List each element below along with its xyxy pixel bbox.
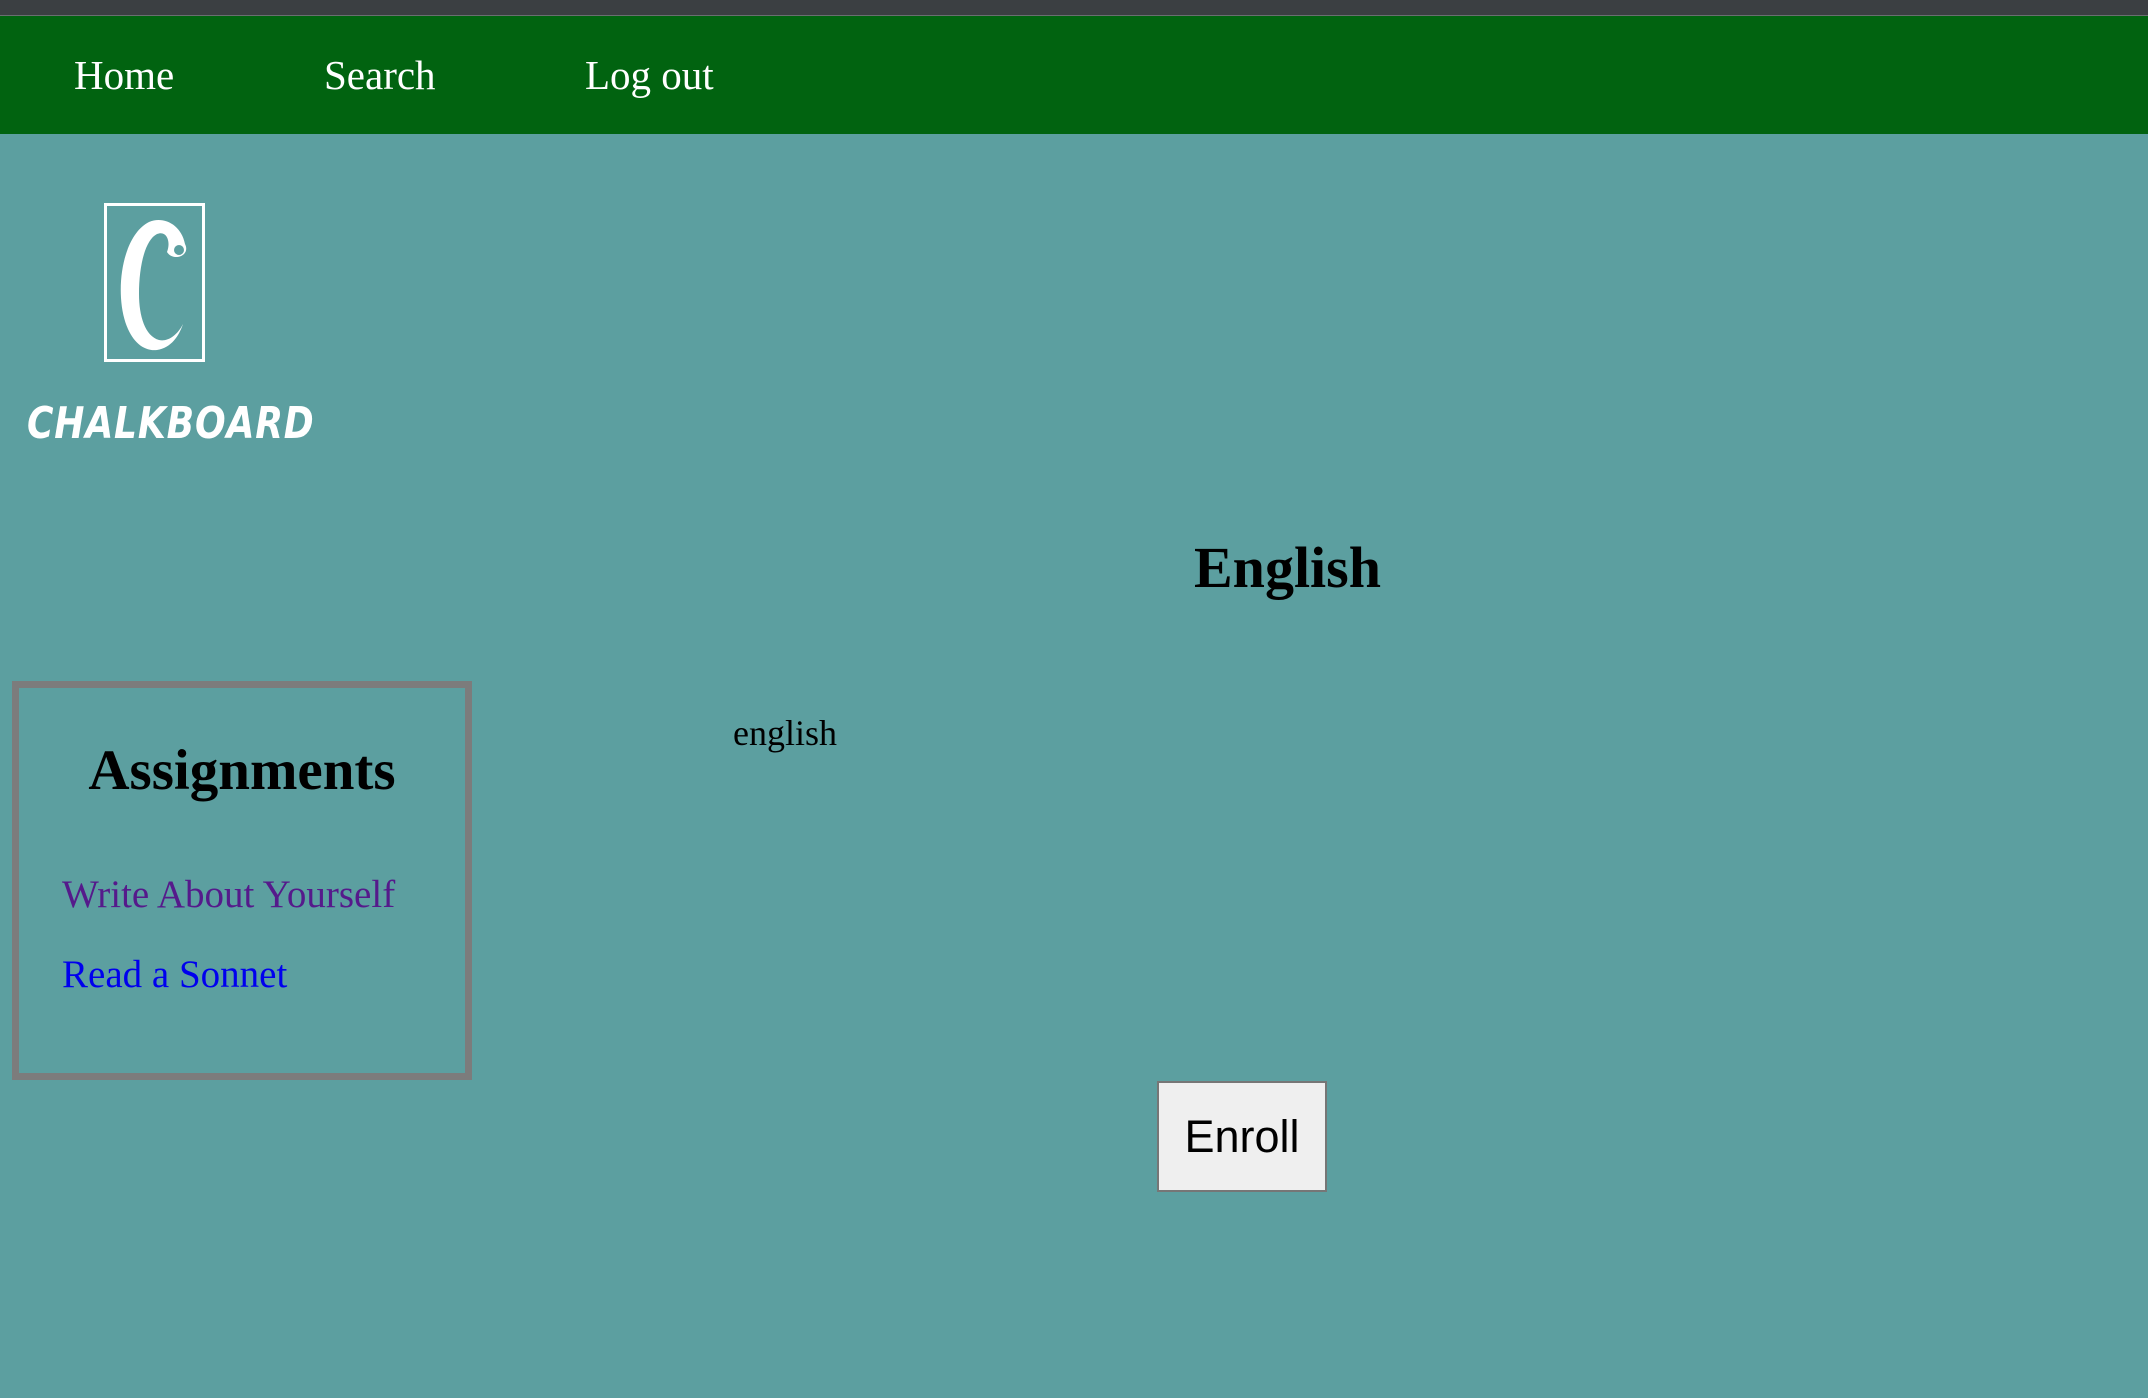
enroll-button[interactable]: Enroll — [1157, 1081, 1327, 1192]
course-title: English — [1194, 535, 1381, 600]
top-navbar: Home Search Log out — [0, 16, 2148, 134]
logo-c-icon — [120, 220, 187, 351]
browser-top-strip — [0, 0, 2148, 16]
logo-frame — [104, 203, 205, 362]
course-description: english — [733, 713, 837, 753]
nav-search-link[interactable]: Search — [324, 16, 436, 134]
assignments-panel: Assignments Write About Yourself Read a … — [12, 681, 472, 1080]
assignment-link-read-a-sonnet[interactable]: Read a Sonnet — [62, 952, 287, 997]
nav-home-link[interactable]: Home — [74, 16, 174, 134]
assignments-heading: Assignments — [88, 739, 396, 802]
chalkboard-logo: CHALKBOARD — [24, 200, 315, 460]
assignment-link-write-about-yourself[interactable]: Write About Yourself — [62, 872, 395, 917]
logo-wordmark: CHALKBOARD — [27, 398, 315, 449]
nav-logout-link[interactable]: Log out — [585, 16, 714, 134]
